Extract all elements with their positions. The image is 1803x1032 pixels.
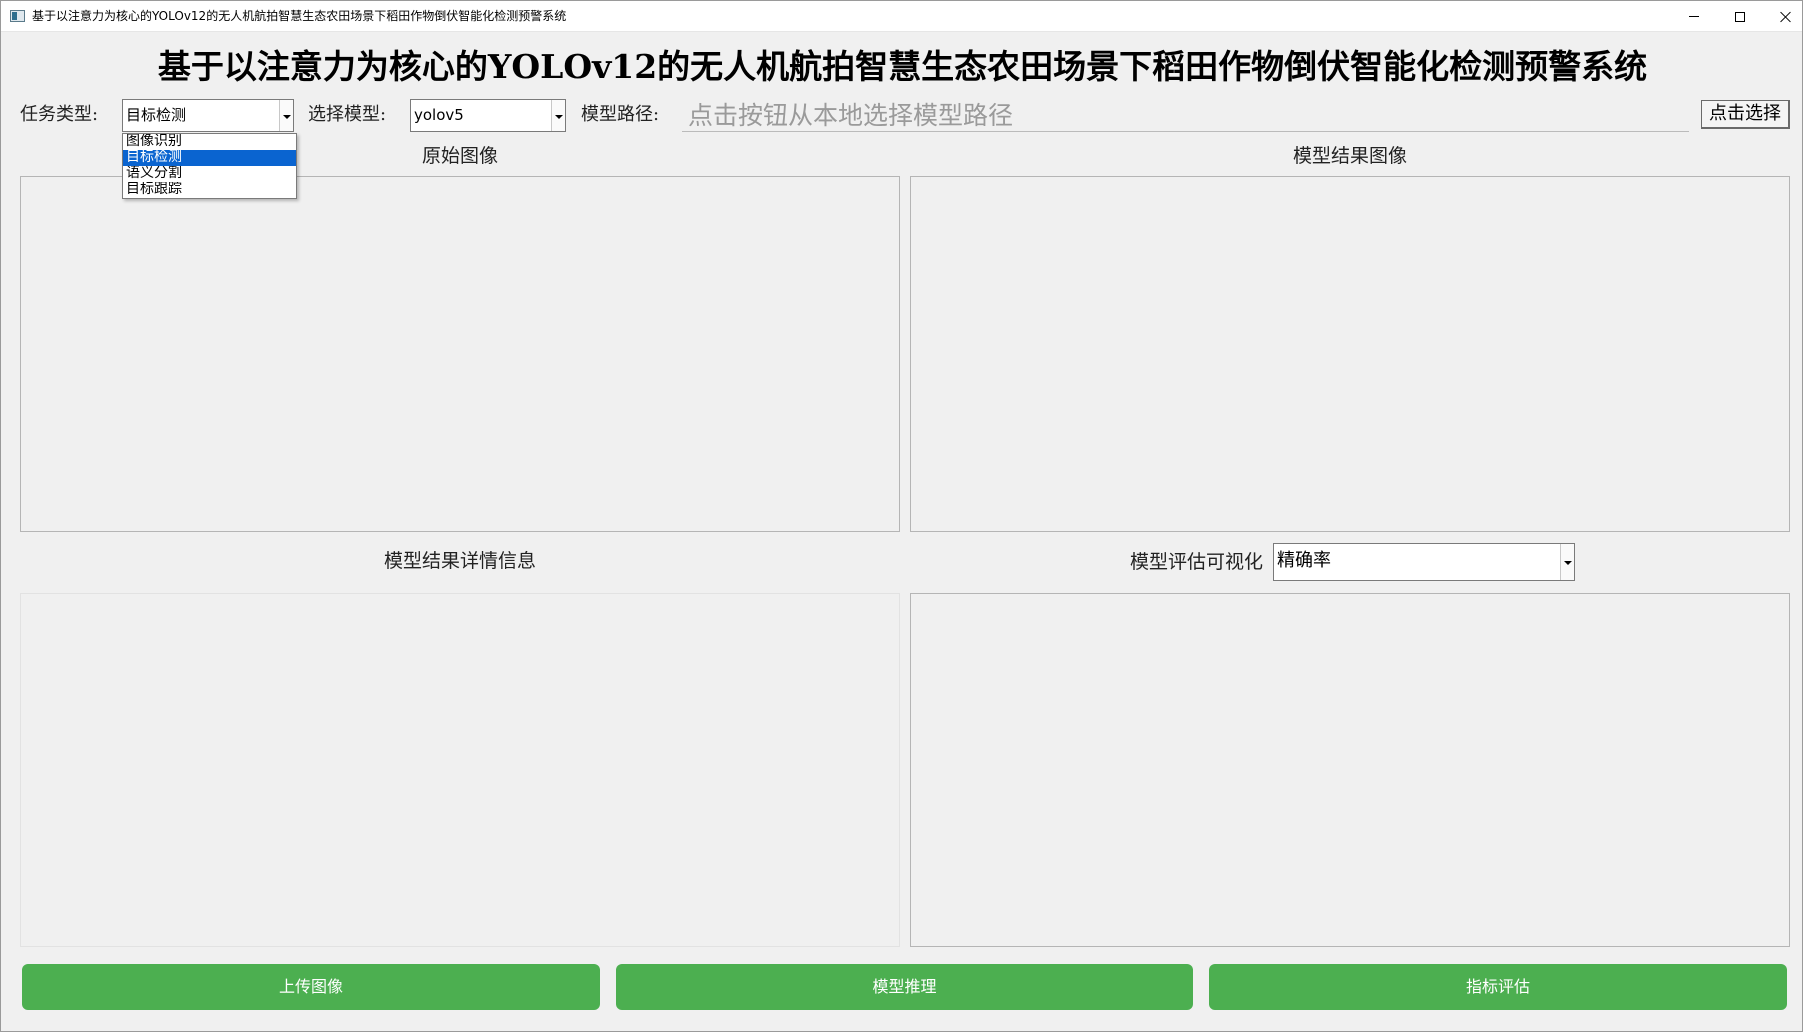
detail-info-panel — [20, 593, 900, 947]
minimize-icon — [1689, 16, 1699, 17]
result-image-panel — [910, 176, 1790, 532]
close-icon — [1780, 11, 1792, 23]
close-button[interactable] — [1763, 1, 1803, 32]
title-bar[interactable]: 基于以注意力为核心的YOLOv12的无人机航拍智慧生态农田场景下稻田作物倒伏智能… — [1, 1, 1802, 32]
dropdown-option-object-tracking[interactable]: 目标跟踪 — [123, 182, 296, 198]
minimize-button[interactable] — [1671, 1, 1717, 32]
dropdown-option-image-recognition[interactable]: 图像识别 — [123, 134, 296, 150]
metric-evaluation-button[interactable]: 指标评估 — [1209, 964, 1787, 1010]
window-title: 基于以注意力为核心的YOLOv12的无人机航拍智慧生态农田场景下稻田作物倒伏智能… — [32, 9, 567, 23]
task-type-label: 任务类型: — [20, 104, 99, 125]
model-label: 选择模型: — [308, 104, 387, 125]
model-inference-button[interactable]: 模型推理 — [616, 964, 1193, 1010]
model-path-input[interactable] — [682, 99, 1689, 132]
app-window: 基于以注意力为核心的YOLOv12的无人机航拍智慧生态农田场景下稻田作物倒伏智能… — [0, 0, 1803, 1032]
model-path-label: 模型路径: — [581, 104, 660, 125]
original-image-panel — [20, 176, 900, 532]
eval-metric-value: 精确率 — [1277, 550, 1331, 571]
dropdown-option-object-detection[interactable]: 目标检测 — [123, 150, 296, 166]
maximize-icon — [1735, 11, 1745, 22]
eval-metric-select[interactable]: 精确率 — [1273, 543, 1575, 581]
app-icon — [10, 10, 25, 22]
model-select[interactable]: yolov5 — [410, 99, 566, 132]
task-type-select[interactable]: 目标检测 — [122, 99, 294, 132]
chevron-down-icon[interactable] — [1560, 544, 1574, 580]
upload-image-button[interactable]: 上传图像 — [22, 964, 600, 1010]
eval-viz-panel — [910, 593, 1790, 947]
task-type-value: 目标检测 — [126, 106, 187, 124]
select-model-button[interactable]: 点击选择 — [1701, 100, 1790, 129]
maximize-button[interactable] — [1717, 1, 1763, 32]
detail-info-label: 模型结果详情信息 — [383, 550, 536, 572]
chevron-down-icon[interactable] — [279, 100, 293, 131]
chevron-down-icon[interactable] — [551, 100, 565, 131]
page-title: 基于以注意力为核心的YOLOv12的无人机航拍智慧生态农田场景下稻田作物倒伏智能… — [157, 47, 1648, 86]
result-image-label: 模型结果图像 — [1292, 145, 1407, 167]
model-value: yolov5 — [414, 106, 464, 124]
eval-viz-label: 模型评估可视化 — [1129, 551, 1263, 573]
dropdown-option-semantic-segmentation[interactable]: 语义分割 — [123, 166, 296, 182]
task-type-dropdown-list[interactable]: 图像识别 目标检测 语义分割 目标跟踪 — [122, 133, 297, 199]
